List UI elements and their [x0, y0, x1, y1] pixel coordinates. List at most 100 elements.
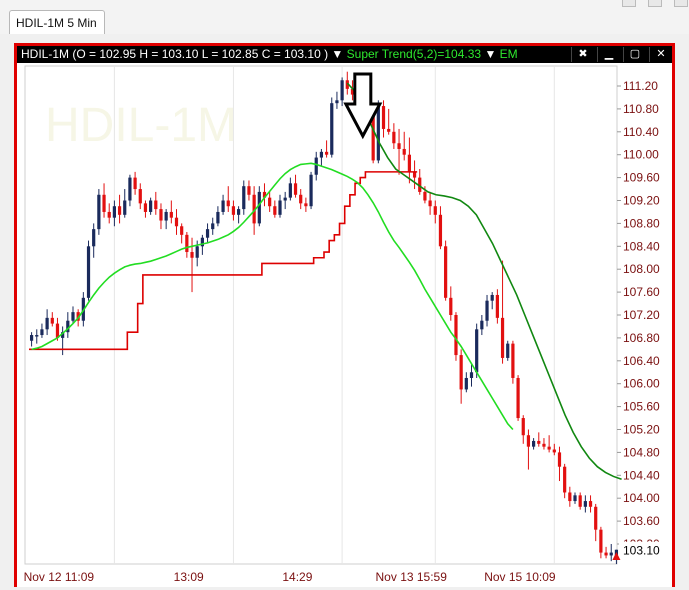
candle-body: [138, 189, 142, 204]
candle-body: [159, 209, 163, 221]
candle-body: [495, 294, 499, 318]
candle-body: [542, 443, 546, 447]
candle-body: [211, 223, 215, 230]
candle-body: [557, 452, 562, 467]
candle-body: [314, 157, 318, 175]
candle-body: [185, 234, 189, 253]
y-tick-label: 107.20: [623, 308, 660, 322]
candle-body: [29, 335, 34, 341]
candle-body: [102, 194, 106, 212]
minimize-button[interactable]: [622, 0, 636, 7]
y-tick-label: 106.40: [623, 354, 660, 368]
candle-body: [537, 440, 541, 444]
candle-body: [516, 377, 520, 419]
candle-body: [526, 435, 531, 447]
candle-body: [278, 200, 282, 215]
candle-body: [433, 206, 437, 215]
candle-body: [480, 320, 484, 330]
candle-body: [428, 200, 432, 207]
y-tick-label: 106.00: [623, 377, 660, 391]
x-tick-label: Nov 15 10:09: [484, 570, 556, 584]
candle-body: [387, 128, 391, 132]
candle-body: [169, 211, 173, 218]
tab-bar: HDIL-1M 5 Min: [0, 0, 689, 34]
candle-body: [242, 186, 246, 210]
candle-body: [231, 206, 236, 215]
candle-body: [174, 217, 179, 227]
candle-body: [45, 317, 49, 330]
y-tick-label: 109.60: [623, 171, 660, 185]
candle-body: [154, 200, 158, 210]
tab-chart[interactable]: HDIL-1M 5 Min: [9, 10, 105, 34]
candle-body: [588, 501, 593, 507]
candle-body: [485, 300, 489, 321]
candle-body: [454, 315, 458, 356]
candle-body: [237, 209, 241, 215]
x-tick-label: Nov 12 11:09: [24, 570, 95, 584]
x-tick-label: Nov 13 15:59: [376, 570, 448, 584]
candle-body: [40, 329, 44, 336]
chart-window: HDIL-1M (O = 102.95 H = 103.10 L = 102.8…: [14, 43, 675, 587]
candle-body: [407, 154, 411, 172]
close-button[interactable]: [674, 0, 688, 7]
y-tick-label: 106.80: [623, 331, 660, 345]
candle-body: [475, 329, 479, 373]
candle-body: [573, 495, 577, 502]
candle-body: [164, 211, 168, 221]
candle-body: [195, 246, 199, 258]
candle-body: [568, 492, 572, 502]
candle-body: [319, 151, 324, 158]
candle-body: [112, 206, 116, 218]
candle-body: [376, 106, 380, 161]
candle-body: [247, 186, 251, 195]
candle-body: [133, 177, 137, 190]
candle-body: [594, 506, 598, 530]
y-tick-label: 110.00: [623, 148, 659, 162]
candle-body: [304, 203, 308, 207]
candle-body: [609, 552, 613, 556]
candle-body: [552, 449, 556, 453]
candle-body: [547, 446, 551, 450]
x-tick-label: 13:09: [174, 570, 204, 584]
candle-body: [423, 191, 427, 201]
candle-body: [335, 100, 339, 104]
candle-body: [340, 80, 344, 101]
candle-body: [216, 211, 220, 224]
candle-body: [464, 377, 468, 390]
candle-body: [444, 246, 448, 298]
candle-body: [205, 229, 210, 238]
candle-body: [50, 317, 54, 324]
y-tick-label: 104.40: [623, 468, 660, 482]
y-tick-label: 111.20: [623, 79, 658, 93]
candle-body: [257, 191, 261, 224]
candle-body: [226, 200, 230, 207]
y-tick-label: 108.40: [623, 239, 660, 253]
candle-body: [92, 229, 96, 247]
candle-body: [97, 194, 101, 230]
candle-body: [107, 211, 111, 218]
candle-body: [35, 335, 39, 337]
candle-body: [293, 183, 298, 195]
candle-body: [117, 206, 122, 215]
y-tick-label: 110.40: [623, 125, 659, 139]
ema-slow-line: [346, 82, 622, 481]
candle-body: [500, 317, 505, 358]
candle-body: [490, 294, 494, 301]
candle-body: [180, 226, 184, 235]
restore-button[interactable]: [648, 0, 662, 7]
y-tick-label: 105.60: [623, 400, 660, 414]
y-tick-label: 105.20: [623, 423, 660, 437]
candle-body: [288, 183, 292, 198]
candle-body: [506, 343, 510, 358]
plot-area: [24, 65, 618, 565]
y-tick-label: 107.60: [623, 285, 660, 299]
candle-body: [563, 466, 567, 493]
y-tick-label: 104.80: [623, 445, 660, 459]
price-chart[interactable]: 111.20 110.80 110.40 110.00 109.60 109.20 108.…: [17, 46, 672, 590]
y-tick-label: 109.20: [623, 194, 660, 208]
candle-body: [143, 203, 148, 212]
y-tick-label: 104.00: [623, 491, 660, 505]
candle-body: [381, 106, 386, 129]
candle-body: [469, 372, 474, 378]
candle-body: [71, 312, 75, 321]
